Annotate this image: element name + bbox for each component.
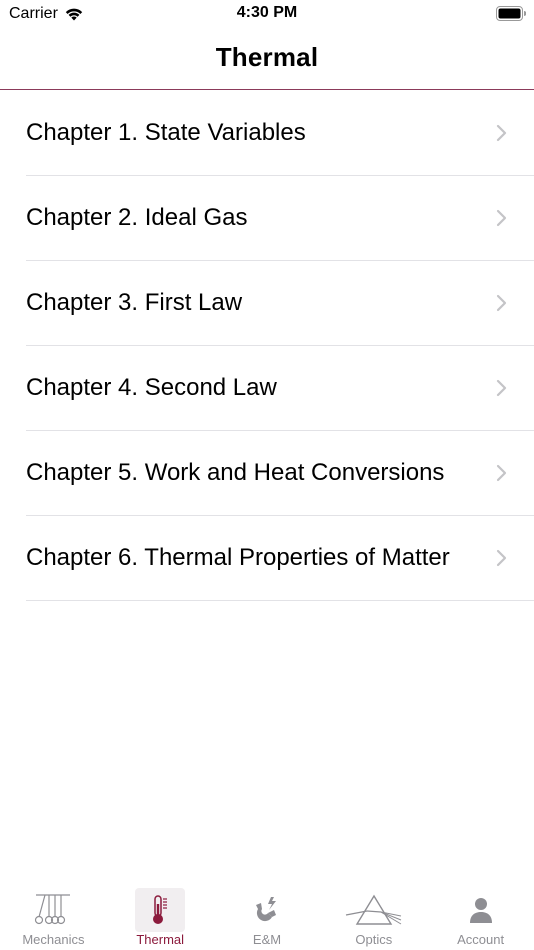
chapter-label: Chapter 1. State Variables: [26, 119, 306, 146]
status-bar: Carrier 4:30 PM: [0, 0, 534, 28]
prism-icon: [345, 894, 402, 925]
screen: Carrier 4:30 PM Thermal Chapter 1. State…: [0, 0, 534, 950]
chapter-row-1[interactable]: Chapter 1. State Variables: [26, 91, 534, 176]
tab-label: Account: [457, 932, 505, 947]
tab-label: E&M: [252, 932, 282, 947]
tab-em[interactable]: E&M: [214, 880, 321, 950]
chapter-label: Chapter 4. Second Law: [26, 374, 277, 401]
page-title: Thermal: [215, 42, 319, 72]
chapter-list: Chapter 1. State Variables Chapter 2. Id…: [0, 91, 534, 601]
chapter-label: Chapter 5. Work and Heat Conversions: [26, 459, 445, 486]
chevron-right-icon: [496, 379, 507, 397]
battery-icon: [496, 6, 526, 21]
tab-bar: Mechanics Thermal E&M Optics Account: [0, 880, 534, 950]
chapter-label: Chapter 3. First Law: [26, 289, 243, 316]
tab-label: Optics: [355, 932, 393, 947]
chapter-row-2[interactable]: Chapter 2. Ideal Gas: [26, 176, 534, 261]
tab-thermal[interactable]: Thermal: [107, 880, 214, 950]
chapter-label: Chapter 2. Ideal Gas: [26, 204, 248, 231]
tab-account[interactable]: Account: [427, 880, 534, 950]
chapter-row-5[interactable]: Chapter 5. Work and Heat Conversions: [26, 431, 534, 516]
thermometer-icon: [153, 895, 168, 924]
tab-label: Thermal: [136, 932, 185, 947]
chevron-right-icon: [496, 464, 507, 482]
magnet-icon: [255, 897, 276, 922]
navigation-bar: Thermal: [0, 28, 534, 90]
chevron-right-icon: [496, 294, 507, 312]
chevron-right-icon: [496, 124, 507, 142]
tab-label: Mechanics: [22, 932, 85, 947]
clock: 4:30 PM: [236, 4, 298, 21]
chevron-right-icon: [496, 209, 507, 227]
pendulum-icon: [35, 894, 71, 925]
chapter-row-3[interactable]: Chapter 3. First Law: [26, 261, 534, 346]
person-icon: [469, 898, 492, 923]
chapter-row-4[interactable]: Chapter 4. Second Law: [26, 346, 534, 431]
tab-optics[interactable]: Optics: [320, 880, 427, 950]
chapter-row-6[interactable]: Chapter 6. Thermal Properties of Matter: [26, 516, 534, 601]
chevron-right-icon: [496, 549, 507, 567]
chapter-label: Chapter 6. Thermal Properties of Matter: [26, 544, 450, 571]
tab-mechanics[interactable]: Mechanics: [0, 880, 107, 950]
